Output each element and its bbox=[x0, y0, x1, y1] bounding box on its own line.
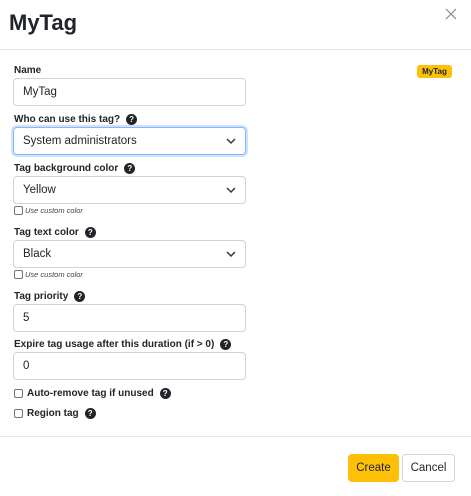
chevron-down-icon bbox=[226, 187, 236, 194]
priority-label: Tag priority? bbox=[14, 291, 86, 302]
priority-label-text: Tag priority bbox=[14, 291, 69, 302]
text-custom-color-row: Use custom color bbox=[14, 270, 83, 279]
priority-input[interactable]: 5 bbox=[13, 304, 246, 332]
text-custom-color-label: Use custom color bbox=[25, 270, 83, 279]
chevron-down-icon bbox=[226, 251, 236, 258]
modal-title: MyTag bbox=[9, 10, 78, 35]
bg-custom-color-checkbox[interactable] bbox=[14, 206, 23, 215]
who-can-use-label: Who can use this tag?? bbox=[14, 114, 138, 125]
who-can-use-value: System administrators bbox=[23, 135, 137, 147]
text-color-label: Tag text color? bbox=[14, 227, 96, 238]
region-tag-label: Region tag bbox=[27, 408, 79, 419]
help-icon[interactable]: ? bbox=[84, 408, 96, 419]
help-icon[interactable]: ? bbox=[124, 163, 136, 174]
help-icon[interactable]: ? bbox=[126, 114, 138, 125]
text-color-value: Black bbox=[23, 248, 52, 260]
region-tag-checkbox[interactable] bbox=[14, 409, 23, 418]
expire-label: Expire tag usage after this duration (if… bbox=[14, 339, 232, 350]
help-icon[interactable]: ? bbox=[74, 291, 86, 302]
close-icon[interactable] bbox=[443, 6, 459, 22]
auto-remove-row: Auto-remove tag if unused? bbox=[14, 388, 171, 399]
bg-custom-color-label: Use custom color bbox=[25, 206, 83, 215]
modal-footer: Create Cancel bbox=[0, 436, 471, 496]
name-label: Name bbox=[14, 65, 42, 76]
cancel-button[interactable]: Cancel bbox=[402, 454, 455, 482]
help-icon[interactable]: ? bbox=[159, 388, 171, 399]
auto-remove-checkbox[interactable] bbox=[14, 389, 23, 398]
who-can-use-select[interactable]: System administrators bbox=[13, 127, 246, 155]
modal-header: MyTag bbox=[0, 0, 471, 50]
chevron-down-icon bbox=[226, 138, 236, 145]
tag-preview-badge: MyTag bbox=[417, 65, 452, 78]
help-icon[interactable]: ? bbox=[84, 227, 96, 238]
region-tag-row: Region tag? bbox=[14, 408, 96, 419]
bg-color-select[interactable]: Yellow bbox=[13, 176, 246, 204]
text-custom-color-checkbox[interactable] bbox=[14, 270, 23, 279]
text-color-select[interactable]: Black bbox=[13, 240, 246, 268]
auto-remove-label: Auto-remove tag if unused bbox=[27, 388, 154, 399]
expire-input[interactable]: 0 bbox=[13, 352, 246, 380]
text-color-label-text: Tag text color bbox=[14, 227, 79, 238]
bg-custom-color-row: Use custom color bbox=[14, 206, 83, 215]
bg-color-label-text: Tag background color bbox=[14, 163, 119, 174]
who-can-use-label-text: Who can use this tag? bbox=[14, 114, 121, 125]
name-input[interactable]: MyTag bbox=[13, 78, 246, 106]
help-icon[interactable]: ? bbox=[220, 339, 232, 350]
expire-label-text: Expire tag usage after this duration (if… bbox=[14, 339, 215, 350]
bg-color-label: Tag background color? bbox=[14, 163, 136, 174]
create-button[interactable]: Create bbox=[348, 454, 399, 482]
bg-color-value: Yellow bbox=[23, 184, 56, 196]
